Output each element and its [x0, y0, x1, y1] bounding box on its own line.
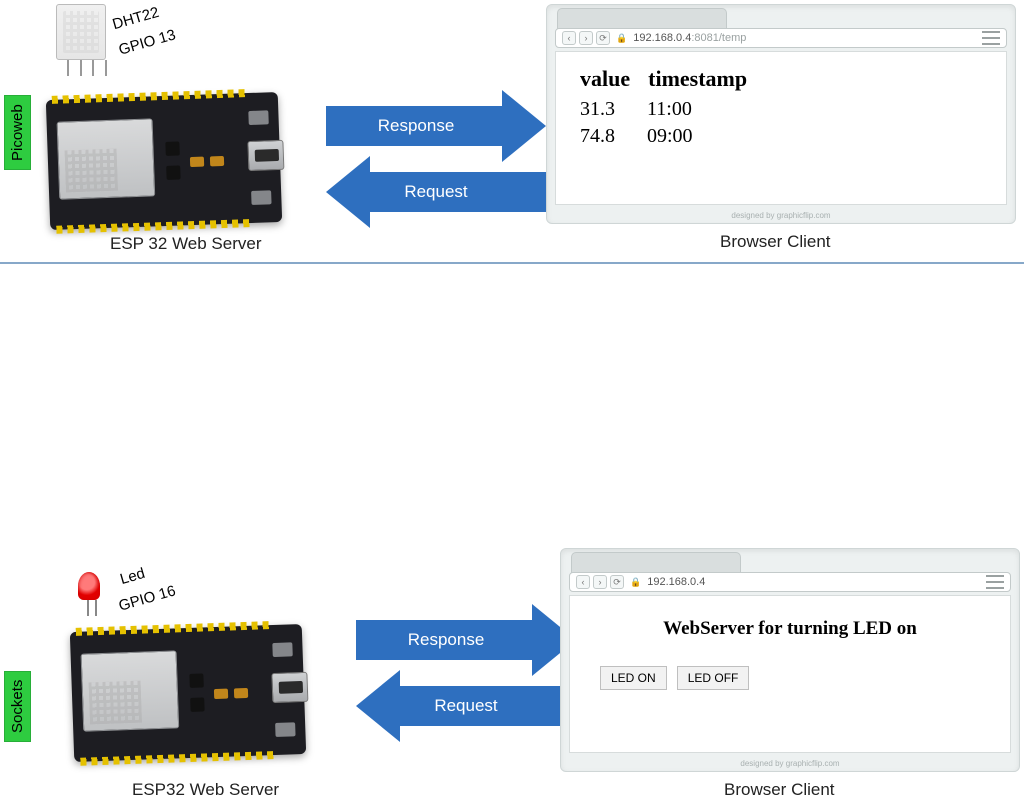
secure-icon: 🔒 — [630, 577, 641, 588]
dht22-sensor — [56, 4, 118, 76]
browser-toolbar: ‹ › ⟳ 🔒 192.168.0.4:8081/temp — [555, 28, 1007, 48]
browser-tab[interactable] — [557, 8, 727, 30]
th-timestamp: timestamp — [648, 66, 747, 92]
reload-button[interactable]: ⟳ — [596, 31, 610, 45]
page-heading: WebServer for turning LED on — [594, 618, 986, 640]
browser-chrome: ‹ › ⟳ 🔒 192.168.0.4:8081/temp — [547, 5, 1015, 49]
forward-button[interactable]: › — [579, 31, 593, 45]
forward-button[interactable]: › — [593, 575, 607, 589]
dht22-name-label: DHT22 — [111, 4, 161, 33]
dht22-pin-label: GPIO 13 — [117, 26, 178, 58]
reload-button[interactable]: ⟳ — [610, 575, 624, 589]
address-bar[interactable]: 192.168.0.4 — [647, 576, 980, 588]
browser-window-bottom: ‹ › ⟳ 🔒 192.168.0.4 WebServer for turnin… — [560, 548, 1020, 772]
board-button-icon — [251, 190, 271, 205]
board-caption-bottom: ESP32 Web Server — [132, 780, 279, 800]
panel-divider — [0, 262, 1024, 264]
secure-icon: 🔒 — [616, 33, 627, 44]
browser-footer: designed by graphicflip.com — [561, 759, 1019, 768]
table-row: 31.3 11:00 — [580, 98, 982, 121]
board-button-icon — [272, 642, 292, 657]
sidetag-picoweb: Picoweb — [4, 95, 31, 170]
hamburger-icon[interactable] — [986, 575, 1004, 589]
url-host: 192.168.0.4 — [633, 32, 691, 44]
client-caption-bottom: Browser Client — [724, 780, 835, 800]
hamburger-icon[interactable] — [982, 31, 1000, 45]
esp32-shield-icon — [57, 118, 156, 199]
cell-value: 74.8 — [580, 125, 615, 148]
esp32-board-bottom — [70, 624, 306, 762]
table-row: 74.8 09:00 — [580, 125, 982, 148]
cell-timestamp: 11:00 — [647, 98, 692, 121]
th-value: value — [580, 66, 630, 92]
url-host: 192.168.0.4 — [647, 576, 705, 588]
browser-nav-buttons: ‹ › ⟳ — [562, 31, 610, 45]
back-button[interactable]: ‹ — [576, 575, 590, 589]
request-arrow-bottom: Request — [356, 686, 576, 726]
led-legs — [78, 600, 106, 616]
dht22-pins — [56, 60, 118, 76]
panel-picoweb: Picoweb DHT22 GPIO 13 ESP 32 Web Server … — [0, 0, 1024, 260]
table-header-row: value timestamp — [580, 66, 982, 92]
browser-nav-buttons: ‹ › ⟳ — [576, 575, 624, 589]
browser-window-top: ‹ › ⟳ 🔒 192.168.0.4:8081/temp value time… — [546, 4, 1016, 224]
sidetag-sockets: Sockets — [4, 671, 31, 742]
cell-timestamp: 09:00 — [647, 125, 693, 148]
browser-chrome: ‹ › ⟳ 🔒 192.168.0.4 — [561, 549, 1019, 593]
led-bulb-icon — [78, 572, 100, 600]
browser-page-top: value timestamp 31.3 11:00 74.8 09:00 — [555, 51, 1007, 205]
request-arrow-top: Request — [326, 172, 546, 212]
board-caption-top: ESP 32 Web Server — [110, 234, 262, 254]
browser-tab[interactable] — [571, 552, 741, 574]
esp32-shield-icon — [81, 650, 180, 731]
led-icon — [78, 572, 106, 616]
response-arrow-bottom: Response — [356, 620, 536, 660]
usb-port-icon — [271, 672, 308, 703]
led-button-row: LED ON LED OFF — [594, 666, 986, 690]
esp32-board-top — [46, 92, 282, 230]
browser-footer: designed by graphicflip.com — [547, 211, 1015, 220]
cell-value: 31.3 — [580, 98, 615, 121]
back-button[interactable]: ‹ — [562, 31, 576, 45]
browser-page-bottom: WebServer for turning LED on LED ON LED … — [569, 595, 1011, 753]
board-button-icon — [248, 110, 268, 125]
led-off-button[interactable]: LED OFF — [677, 666, 750, 690]
address-bar[interactable]: 192.168.0.4:8081/temp — [633, 32, 976, 44]
client-caption-top: Browser Client — [720, 232, 831, 252]
led-name-label: Led — [118, 565, 147, 588]
dht22-body — [56, 4, 106, 60]
response-arrow-top: Response — [326, 106, 506, 146]
led-on-button[interactable]: LED ON — [600, 666, 667, 690]
browser-toolbar: ‹ › ⟳ 🔒 192.168.0.4 — [569, 572, 1011, 592]
panel-sockets: Sockets Led GPIO 16 ESP32 Web Server Res… — [0, 272, 1024, 576]
usb-port-icon — [247, 140, 284, 171]
url-rest: :8081/temp — [691, 32, 746, 44]
board-button-icon — [275, 722, 295, 737]
